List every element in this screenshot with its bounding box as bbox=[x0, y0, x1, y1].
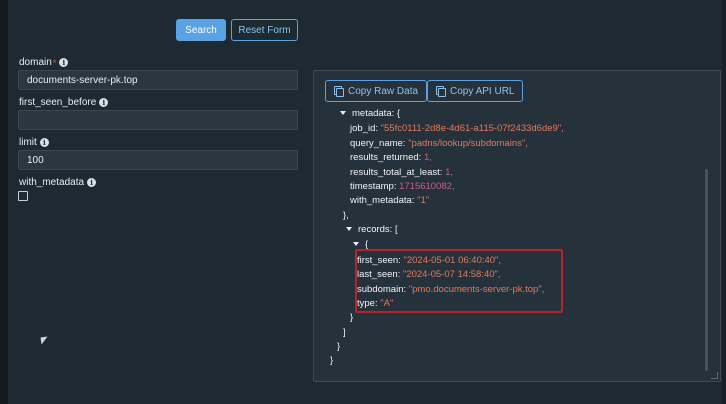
copy-icon bbox=[334, 86, 344, 97]
with-metadata-label-text: with_metadata bbox=[19, 177, 85, 188]
result-panel: Copy Raw Data Copy API URL metadata: { j… bbox=[313, 70, 721, 382]
json-line: }, bbox=[343, 210, 349, 221]
first-seen-before-label-text: first_seen_before bbox=[19, 97, 97, 108]
json-line: results_returned: 1, bbox=[350, 152, 432, 163]
required-marker: * bbox=[52, 57, 57, 68]
copy-raw-data-button[interactable]: Copy Raw Data bbox=[325, 80, 428, 102]
collapse-triangle-icon[interactable] bbox=[340, 111, 346, 116]
json-line: records: [ bbox=[346, 224, 398, 235]
window-left-edge bbox=[0, 0, 8, 404]
domain-input-value: documents-server-pk.top bbox=[27, 74, 138, 86]
copy-api-url-label: Copy API URL bbox=[450, 85, 515, 97]
info-icon[interactable]: i bbox=[99, 98, 109, 107]
json-line: timestamp: 1715610082, bbox=[350, 181, 455, 192]
json-line: ] bbox=[343, 327, 346, 338]
collapse-triangle-icon[interactable] bbox=[353, 242, 359, 247]
copy-raw-data-label: Copy Raw Data bbox=[348, 85, 419, 97]
json-line: results_total_at_least: 1, bbox=[350, 167, 453, 178]
domain-input[interactable]: documents-server-pk.top bbox=[18, 70, 298, 90]
limit-label: limit i bbox=[19, 137, 49, 148]
with-metadata-checkbox[interactable] bbox=[18, 191, 28, 201]
resize-handle-icon[interactable] bbox=[711, 372, 718, 379]
collapse-triangle-icon[interactable] bbox=[346, 227, 352, 232]
reset-form-button[interactable]: Reset Form bbox=[231, 19, 298, 41]
with-metadata-label: with_metadata i bbox=[19, 177, 97, 188]
json-line: } bbox=[337, 341, 341, 352]
domain-label-text: domain bbox=[19, 57, 52, 68]
limit-label-text: limit bbox=[19, 137, 37, 148]
limit-input-value: 100 bbox=[27, 154, 44, 166]
domain-label: domain * i bbox=[19, 57, 69, 68]
first-seen-before-label: first_seen_before i bbox=[19, 97, 109, 108]
scrollbar[interactable] bbox=[705, 169, 708, 371]
mouse-cursor-icon bbox=[40, 336, 49, 345]
json-line: job_id: "55fc0111-2d8e-4d61-a115-07f2433… bbox=[350, 123, 564, 134]
info-icon[interactable]: i bbox=[59, 58, 69, 67]
json-line: } bbox=[330, 355, 334, 366]
json-line: with_metadata: "1" bbox=[350, 195, 430, 206]
copy-api-url-button[interactable]: Copy API URL bbox=[427, 80, 524, 102]
info-icon[interactable]: i bbox=[39, 138, 49, 147]
info-icon[interactable]: i bbox=[87, 178, 97, 187]
json-line: } bbox=[350, 312, 354, 323]
copy-icon bbox=[436, 86, 446, 97]
highlight-box bbox=[355, 249, 563, 313]
limit-input[interactable]: 100 bbox=[18, 150, 298, 170]
json-line: metadata: { bbox=[340, 108, 400, 119]
search-button[interactable]: Search bbox=[176, 19, 226, 41]
window-right-edge bbox=[722, 0, 726, 404]
first-seen-before-input[interactable] bbox=[18, 110, 298, 130]
json-line: query_name: "padns/lookup/subdomains", bbox=[350, 138, 528, 149]
